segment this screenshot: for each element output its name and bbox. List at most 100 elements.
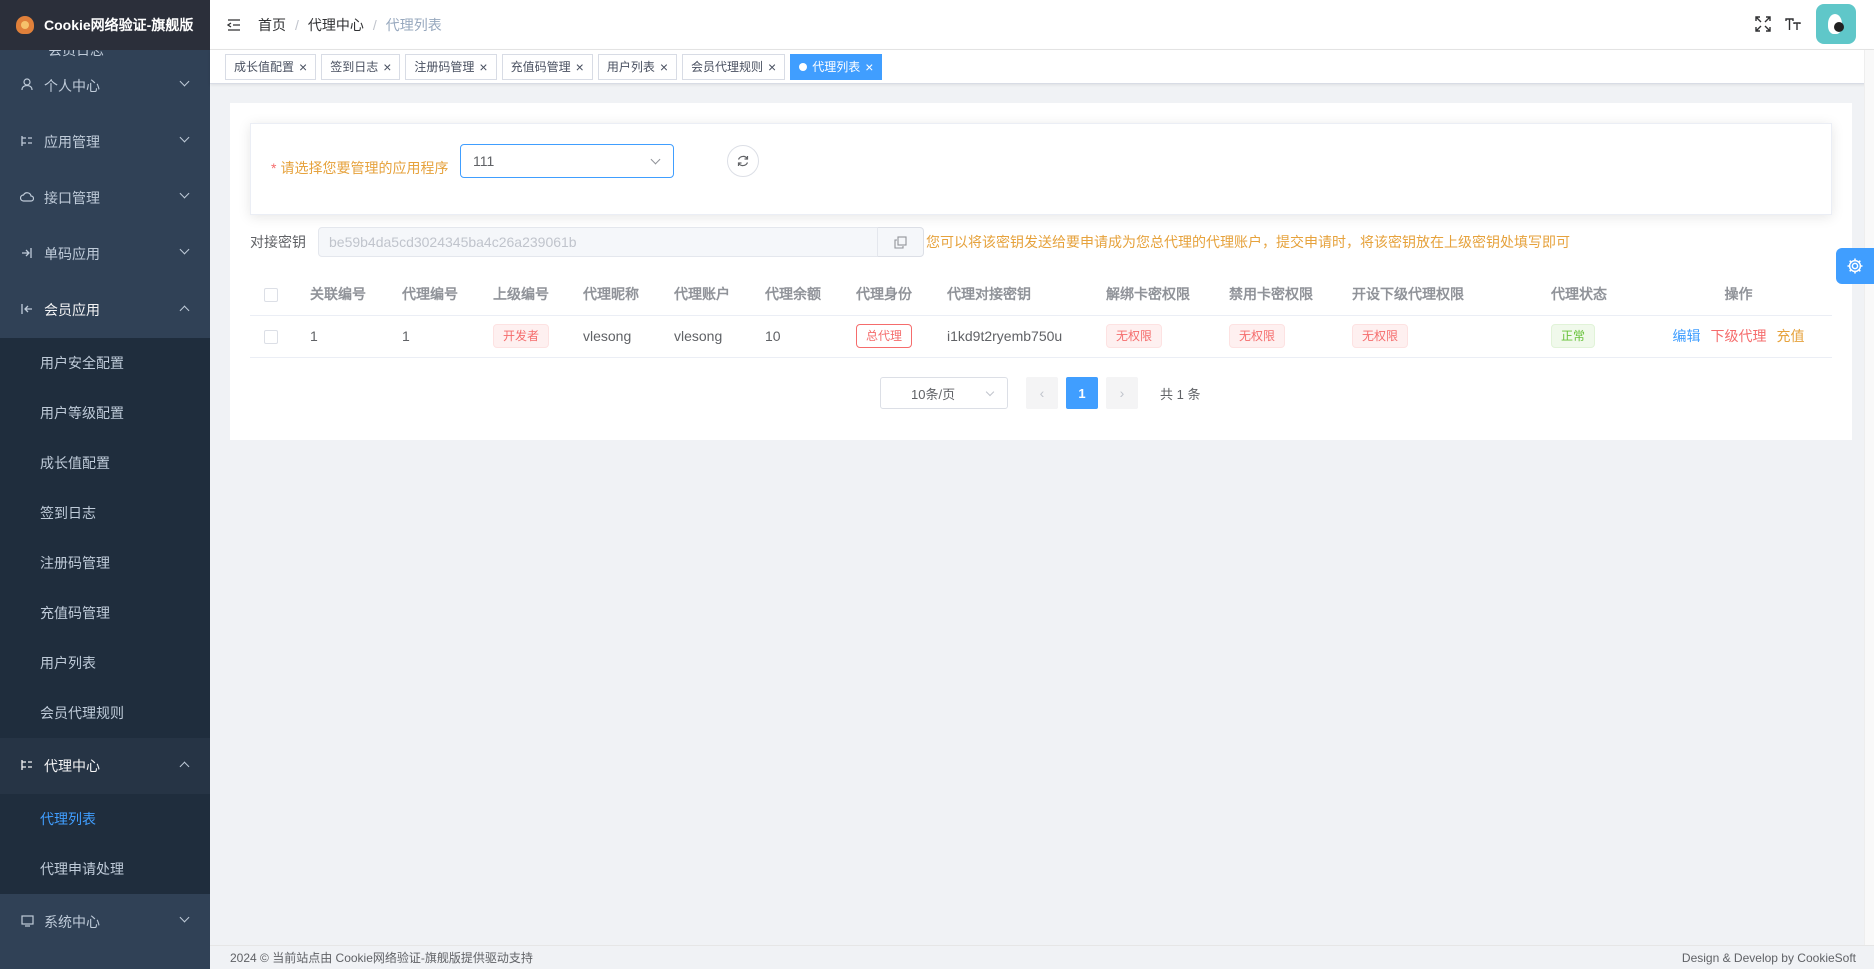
hamburger-icon[interactable] — [214, 0, 254, 50]
breadcrumb-separator: / — [372, 16, 377, 33]
fullscreen-icon[interactable] — [1748, 4, 1778, 44]
sidebar-item-label: 代理中心 — [44, 758, 100, 774]
sidebar-subitem[interactable]: 用户列表 — [0, 638, 210, 688]
sidebar-subitem[interactable]: 用户安全配置 — [0, 338, 210, 388]
sidebar-subitem-agent-apply[interactable]: 代理申请处理 — [0, 844, 210, 894]
role-tag: 总代理 — [856, 324, 913, 348]
sidebar-item-member-app[interactable]: 会员应用 — [0, 282, 210, 338]
navbar-right — [1748, 4, 1856, 44]
breadcrumb-home[interactable]: 首页 — [258, 15, 286, 35]
submenu-member-app: 用户安全配置 用户等级配置 成长值配置 签到日志 注册码管理 充值码管理 用户列… — [0, 338, 210, 738]
tags-view: 成长值配置 × 签到日志 × 注册码管理 × 充值码管理 × 用户列表 × 会员代理规则 ×… — [210, 50, 1874, 84]
chevron-down-icon — [985, 387, 995, 397]
collapse-icon — [20, 303, 34, 318]
sidebar-subitem[interactable]: 签到日志 — [0, 488, 210, 538]
permission-tag: 无权限 — [1229, 324, 1286, 348]
permission-tag: 无权限 — [1106, 324, 1163, 348]
avatar[interactable] — [1816, 4, 1856, 44]
prev-page-button[interactable]: ‹ — [1026, 377, 1058, 409]
cell-disable-perm: 无权限 — [1219, 315, 1342, 358]
close-icon[interactable]: × — [660, 60, 668, 74]
close-icon[interactable]: × — [768, 60, 776, 74]
footer-credit: Design & Develop by CookieSoft — [1681, 950, 1856, 965]
pagination: 10条/页 ‹ 1 › 共 1 条 — [880, 377, 1200, 409]
edit-button[interactable]: 编辑 — [1673, 328, 1701, 344]
tag-growth-config[interactable]: 成长值配置 × — [225, 53, 317, 80]
sidebar-item-system-center[interactable]: 系统中心 — [0, 894, 210, 950]
page-size-select[interactable]: 10条/页 — [880, 377, 1008, 409]
font-size-icon[interactable] — [1778, 4, 1808, 44]
column-header: 解绑卡密权限 — [1096, 273, 1219, 316]
tag-member-agent-rules[interactable]: 会员代理规则 × — [682, 53, 786, 80]
sidebar-item-single-code[interactable]: 单码应用 — [0, 226, 210, 282]
sidebar-item-app-manage[interactable]: 应用管理 — [0, 114, 210, 170]
active-dot-icon — [799, 62, 808, 71]
column-header: 操作 — [1645, 273, 1832, 316]
sidebar-subitem[interactable]: 充值码管理 — [0, 588, 210, 638]
cell-actions: 编辑 下级代理 充值 — [1645, 315, 1832, 358]
close-icon[interactable]: × — [865, 60, 873, 74]
sidebar-subitem[interactable]: 注册码管理 — [0, 538, 210, 588]
sidebar-subitem-agent-list[interactable]: 代理列表 — [0, 794, 210, 844]
cell-agent-key: i1kd9t2ryemb750u — [937, 315, 1096, 358]
sidebar-item-label: 单码应用 — [44, 246, 100, 262]
pagination-total: 共 1 条 — [1160, 386, 1201, 402]
cloud-icon — [19, 191, 35, 205]
sub-agent-button[interactable]: 下级代理 — [1711, 328, 1767, 344]
close-icon[interactable]: × — [299, 60, 307, 74]
close-icon[interactable]: × — [479, 60, 487, 74]
copy-icon — [894, 235, 907, 249]
refresh-button[interactable] — [727, 145, 759, 177]
cell-sub-perm: 无权限 — [1342, 315, 1541, 358]
sidebar-subitem[interactable]: 会员代理规则 — [0, 688, 210, 738]
column-header: 代理编号 — [392, 273, 483, 316]
chevron-down-icon — [179, 76, 190, 87]
tag-recharge-code[interactable]: 充值码管理 × — [501, 53, 593, 80]
breadcrumb: 首页 / 代理中心 / 代理列表 — [258, 15, 442, 35]
monitor-icon — [20, 914, 34, 930]
key-input[interactable]: be59b4da5cd3024345ba4c26a239061b — [318, 227, 878, 257]
cell-rel-id: 1 — [300, 315, 392, 358]
recharge-button[interactable]: 充值 — [1777, 328, 1805, 344]
tag-checkin-log[interactable]: 签到日志 × — [321, 53, 401, 80]
login-icon — [20, 247, 34, 262]
sidebar-item-agent-center[interactable]: 代理中心 — [0, 738, 210, 794]
cell-account: vlesong — [664, 315, 755, 358]
table-header-row: 关联编号 代理编号 上级编号 代理昵称 代理账户 代理余额 代理身份 代理对接密… — [250, 273, 1832, 316]
cell-status: 正常 — [1541, 315, 1645, 358]
tag-user-list[interactable]: 用户列表 × — [597, 53, 678, 80]
column-header: 代理昵称 — [573, 273, 664, 316]
sidebar-item-api-manage[interactable]: 接口管理 — [0, 170, 210, 226]
app-select[interactable]: 111 — [460, 144, 674, 178]
scrollbar[interactable] — [1864, 50, 1874, 969]
logo[interactable]: Cookie网络验证-旗舰版 — [0, 0, 210, 50]
chevron-up-icon — [179, 761, 190, 772]
page-number[interactable]: 1 — [1066, 377, 1098, 409]
key-label: 对接密钥 — [250, 234, 306, 250]
sidebar-subitem[interactable]: 成长值配置 — [0, 438, 210, 488]
sidebar: Cookie网络验证-旗舰版 会员日志 个人中心 应用管理 接口管理 单码应用 … — [0, 0, 210, 969]
chevron-down-icon — [179, 132, 190, 143]
tree-icon — [20, 759, 34, 774]
gear-icon — [1847, 258, 1863, 274]
sidebar-subitem[interactable]: 用户等级配置 — [0, 388, 210, 438]
breadcrumb-agent-center[interactable]: 代理中心 — [308, 15, 364, 35]
sidebar-item-personal[interactable]: 个人中心 — [0, 58, 210, 114]
permission-tag: 无权限 — [1352, 324, 1409, 348]
column-header: 代理账户 — [664, 273, 755, 316]
tag-agent-list[interactable]: 代理列表 × — [790, 53, 883, 80]
select-all-checkbox[interactable] — [250, 273, 300, 316]
chevron-down-icon — [179, 912, 190, 923]
chevron-down-icon — [179, 188, 190, 199]
breadcrumb-separator: / — [295, 16, 299, 33]
table-row: 1 1 开发者 vlesong vlesong 10 总代理 i1kd9t2ry… — [250, 315, 1832, 358]
sidebar-item-label: 系统中心 — [44, 914, 100, 930]
settings-button[interactable] — [1836, 248, 1874, 284]
tag-reg-code[interactable]: 注册码管理 × — [405, 53, 497, 80]
row-checkbox[interactable] — [250, 315, 300, 358]
next-page-button[interactable]: › — [1106, 377, 1138, 409]
cell-parent: 开发者 — [483, 315, 573, 358]
close-icon[interactable]: × — [576, 60, 584, 74]
copy-button[interactable] — [878, 227, 924, 257]
close-icon[interactable]: × — [383, 60, 391, 74]
